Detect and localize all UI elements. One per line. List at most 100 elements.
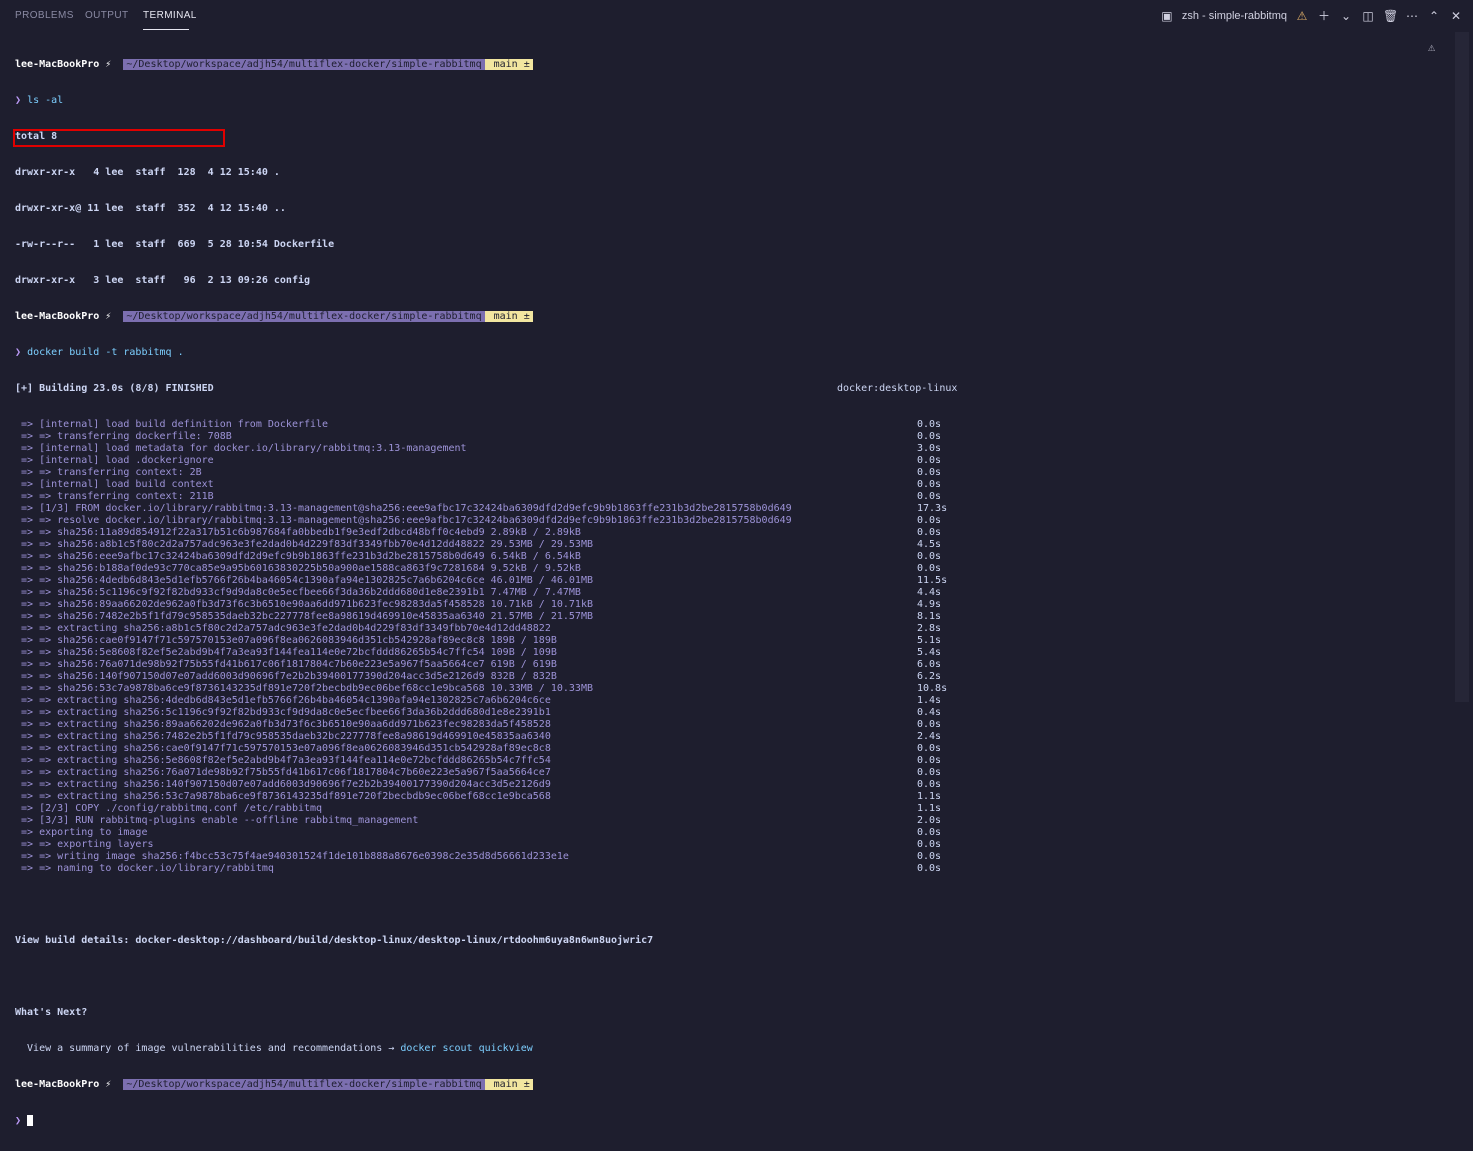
tab-terminal[interactable]: TERMINAL (143, 10, 197, 21)
whats-next-line: View a summary of image vulnerabilities … (15, 1043, 1455, 1055)
trash-icon[interactable]: 🗑 (1383, 9, 1398, 23)
build-status: [+] Building 23.0s (8/8) FINISHED (15, 383, 214, 394)
build-step-line: => => sha256:cae0f9147f71c597570153e07a0… (15, 635, 1455, 647)
split-terminal-icon[interactable]: ◫ (1361, 9, 1375, 23)
build-step-time: 11.5s (917, 575, 948, 586)
whats-next-text: View a summary of image vulnerabilities … (15, 1043, 401, 1054)
build-step-line: => => sha256:a8b1c5f80c2d2a757adc963e3fe… (15, 539, 1455, 551)
build-step-time: 0.0s (917, 755, 942, 766)
ls-output-line: -rw-r--r-- 1 lee staff 669 5 28 10:54 Do… (15, 239, 335, 250)
terminal-icon: ▣ (1161, 9, 1173, 23)
build-context: docker:desktop-linux (837, 383, 958, 394)
terminal-output[interactable]: lee-MacBookPro ⚡ ~/Desktop/workspace/adj… (15, 35, 1455, 1151)
tab-output[interactable]: OUTPUT (85, 10, 129, 21)
build-step-time: 4.4s (917, 587, 942, 598)
terminal-actions: ▣ zsh - simple-rabbitmq ⚠ ＋ ⌄ ◫ 🗑 ⋯ ⌃ ✕ (1160, 8, 1463, 24)
build-step-time: 3.0s (917, 443, 942, 454)
build-step-line: => [internal] load build context 0.0s (15, 479, 1455, 491)
ls-output-line: total 8 (15, 131, 58, 142)
build-step-time: 0.4s (917, 707, 942, 718)
build-step-text: => [3/3] RUN rabbitmq-plugins enable --o… (21, 815, 419, 826)
more-icon[interactable]: ⋯ (1405, 9, 1419, 23)
build-step-text: => => transferring context: 211B (21, 491, 214, 502)
active-tab-indicator (143, 29, 189, 30)
build-step-line: => => extracting sha256:4dedb6d843e5d1ef… (15, 695, 1455, 707)
build-step-line: => => exporting layers 0.0s (15, 839, 1455, 851)
build-step-time: 2.4s (917, 731, 942, 742)
terminal-panel: PROBLEMS OUTPUT TERMINAL ▣ zsh - simple-… (0, 0, 1473, 1127)
build-step-line: => => sha256:53c7a9878ba6ce9f8736143235d… (15, 683, 1455, 695)
highlight-box (13, 129, 225, 147)
build-step-line: => => sha256:eee9afbc17c32424ba6309dfd2d… (15, 551, 1455, 563)
prompt-host: lee-MacBookPro ⚡ (15, 311, 112, 322)
prompt-host: lee-MacBookPro ⚡ (15, 59, 112, 70)
build-step-text: => => extracting sha256:7482e2b5f1fd79c9… (21, 731, 551, 742)
input-line[interactable]: ❯ (15, 1115, 1455, 1127)
chevron-down-icon[interactable]: ⌄ (1339, 9, 1353, 23)
tab-problems[interactable]: PROBLEMS (15, 10, 74, 21)
build-step-line: => => extracting sha256:a8b1c5f80c2d2a75… (15, 623, 1455, 635)
build-step-time: 0.0s (917, 479, 942, 490)
build-step-time: 0.0s (917, 767, 942, 778)
build-step-text: => => extracting sha256:cae0f9147f71c597… (21, 743, 551, 754)
build-step-text: => => sha256:140f907150d07e07add6003d906… (21, 671, 557, 682)
build-step-line: => => extracting sha256:5e8608f82ef5e2ab… (15, 755, 1455, 767)
build-steps: => [internal] load build definition from… (15, 419, 1455, 875)
build-step-time: 17.3s (917, 503, 948, 514)
new-terminal-icon[interactable]: ＋ (1317, 9, 1331, 23)
build-step-line: => [1/3] FROM docker.io/library/rabbitmq… (15, 503, 1455, 515)
build-step-text: => [internal] load .dockerignore (21, 455, 214, 466)
build-step-time: 0.0s (917, 779, 942, 790)
build-step-text: => => extracting sha256:53c7a9878ba6ce9f… (21, 791, 551, 802)
warning-icon[interactable]: ⚠ (1295, 9, 1309, 23)
build-step-text: => => sha256:89aa66202de962a0fb3d73f6c3b… (21, 599, 593, 610)
build-step-line: => [internal] load metadata for docker.i… (15, 443, 1455, 455)
prompt-host: lee-MacBookPro ⚡ (15, 1079, 112, 1090)
build-step-time: 0.0s (917, 419, 942, 430)
view-build-details: View build details: docker-desktop://das… (15, 935, 654, 946)
build-step-text: => => resolve docker.io/library/rabbitmq… (21, 515, 792, 526)
build-step-time: 4.5s (917, 539, 942, 550)
build-step-text: => => extracting sha256:89aa66202de962a0… (21, 719, 551, 730)
scrollbar[interactable] (1455, 32, 1469, 702)
build-step-line: => [internal] load .dockerignore 0.0s (15, 455, 1455, 467)
build-step-time: 0.0s (917, 839, 942, 850)
docker-scout-command[interactable]: docker scout quickview (400, 1043, 532, 1054)
ls-output-line: drwxr-xr-x 4 lee staff 128 4 12 15:40 . (15, 167, 280, 178)
build-step-line: => => extracting sha256:76a071de98b92f75… (15, 767, 1455, 779)
build-step-text: => => sha256:11a89d854912f22a317b51c6b98… (21, 527, 581, 538)
build-step-text: => [internal] load metadata for docker.i… (21, 443, 467, 454)
build-step-line: => => sha256:5e8608f82ef5e2abd9b4f7a3ea9… (15, 647, 1455, 659)
build-step-time: 0.0s (917, 719, 942, 730)
terminal-title[interactable]: zsh - simple-rabbitmq (1182, 10, 1287, 22)
build-step-text: => => extracting sha256:5c1196c9f92f82bd… (21, 707, 551, 718)
close-icon[interactable]: ✕ (1449, 9, 1463, 23)
build-step-text: => => sha256:cae0f9147f71c597570153e07a0… (21, 635, 557, 646)
chevron-up-icon[interactable]: ⌃ (1427, 9, 1441, 23)
build-step-text: => => naming to docker.io/library/rabbit… (21, 863, 274, 874)
build-step-time: 0.0s (917, 563, 942, 574)
build-step-line: => => transferring context: 211B 0.0s (15, 491, 1455, 503)
build-step-time: 5.4s (917, 647, 942, 658)
build-step-line: => => extracting sha256:53c7a9878ba6ce9f… (15, 791, 1455, 803)
build-step-line: => => transferring context: 2B 0.0s (15, 467, 1455, 479)
build-step-time: 0.0s (917, 527, 942, 538)
build-step-text: => => sha256:b188af0de93c770ca85e9a95b60… (21, 563, 581, 574)
build-step-text: => => extracting sha256:76a071de98b92f75… (21, 767, 551, 778)
build-step-text: => => sha256:76a071de98b92f75b55fd41b617… (21, 659, 557, 670)
build-step-time: 0.0s (917, 515, 942, 526)
command-line: ❯ ls -al (15, 95, 1455, 107)
build-step-text: => => sha256:5e8608f82ef5e2abd9b4f7a3ea9… (21, 647, 557, 658)
build-step-text: => => sha256:4dedb6d843e5d1efb5766f26b4b… (21, 575, 593, 586)
build-step-line: => => extracting sha256:140f907150d07e07… (15, 779, 1455, 791)
build-step-text: => => sha256:7482e2b5f1fd79c958535daeb32… (21, 611, 593, 622)
build-step-line: => => extracting sha256:7482e2b5f1fd79c9… (15, 731, 1455, 743)
ls-output-line: drwxr-xr-x@ 11 lee staff 352 4 12 15:40 … (15, 203, 286, 214)
build-step-line: => => sha256:4dedb6d843e5d1efb5766f26b4b… (15, 575, 1455, 587)
build-step-line: => => resolve docker.io/library/rabbitmq… (15, 515, 1455, 527)
build-step-line: => => writing image sha256:f4bcc53c75f4a… (15, 851, 1455, 863)
build-step-text: => [1/3] FROM docker.io/library/rabbitmq… (21, 503, 792, 514)
build-step-text: => => extracting sha256:140f907150d07e07… (21, 779, 551, 790)
build-step-line: => => sha256:5c1196c9f92f82bd933cf9d9da8… (15, 587, 1455, 599)
